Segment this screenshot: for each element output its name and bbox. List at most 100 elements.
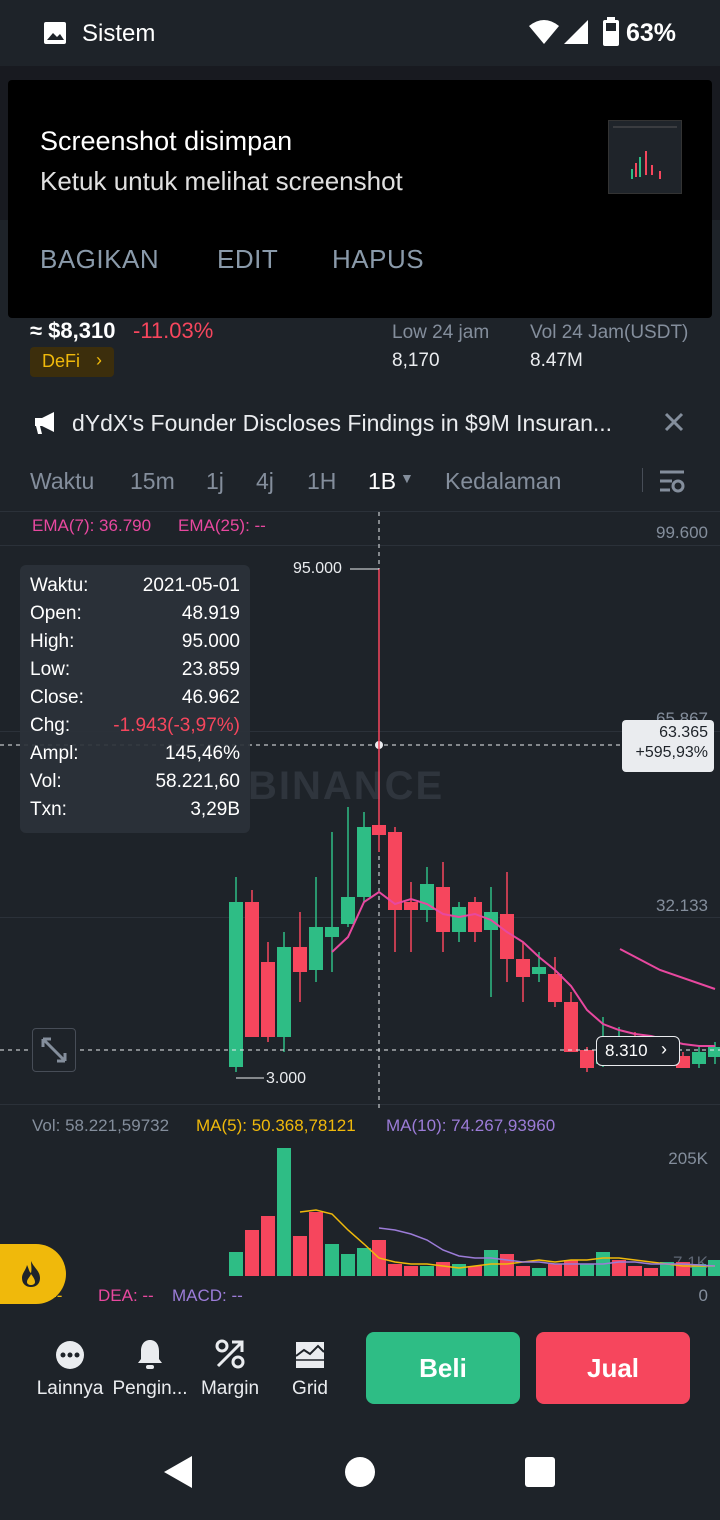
- current-price-tag[interactable]: 8.310 ›: [596, 1036, 680, 1066]
- buy-button[interactable]: Beli: [366, 1332, 520, 1404]
- candle-body: [548, 974, 562, 1002]
- candle-body: [452, 907, 466, 932]
- volume-bar: [245, 1230, 259, 1276]
- delete-button[interactable]: HAPUS: [332, 244, 424, 275]
- info-value: 58.221,60: [155, 771, 240, 792]
- margin-icon[interactable]: [214, 1338, 246, 1370]
- signal-icon: [564, 20, 588, 44]
- dea-label: DEA: --: [98, 1286, 154, 1305]
- volume-bar: [516, 1266, 530, 1276]
- volume-label: Vol: 58.221,59732: [32, 1116, 170, 1135]
- low-24h-label: Low 24 jam: [392, 322, 490, 343]
- volume-bar: [628, 1266, 642, 1276]
- info-value: 48.919: [181, 603, 240, 624]
- info-row-close: Close: 46.962: [30, 687, 240, 715]
- info-row-high: High: 95.000: [30, 631, 240, 659]
- volume-bar: [564, 1260, 578, 1276]
- back-icon[interactable]: [162, 1454, 194, 1490]
- volume-bar: [708, 1260, 720, 1276]
- current-price: ≈ $8,310: [30, 318, 116, 343]
- share-button[interactable]: BAGIKAN: [40, 244, 159, 275]
- status-app-label: Sistem: [82, 20, 156, 47]
- info-value: 145,46%: [164, 743, 240, 764]
- info-value: 23.859: [181, 659, 240, 680]
- tab-15m[interactable]: 15m: [130, 468, 175, 495]
- info-row-time: Waktu: 2021-05-01: [30, 575, 240, 603]
- news-ticker[interactable]: dYdX's Founder Discloses Findings in $9M…: [72, 410, 642, 437]
- tab-4j[interactable]: 4j: [256, 468, 274, 495]
- tab-waktu[interactable]: Waktu: [30, 468, 94, 495]
- tab-1h[interactable]: 1H: [307, 468, 336, 495]
- wifi-icon: [529, 20, 559, 44]
- info-row-low: Low: 23.859: [30, 659, 240, 687]
- tab-1j[interactable]: 1j: [206, 468, 224, 495]
- home-icon[interactable]: [344, 1456, 376, 1488]
- candle-body: [261, 962, 275, 1037]
- volume-bar: [548, 1264, 562, 1276]
- tab-1b[interactable]: 1B: [368, 468, 396, 495]
- dropdown-triangle-icon: ▼: [400, 470, 414, 486]
- candle-body: [357, 827, 371, 897]
- recents-icon[interactable]: [524, 1456, 556, 1488]
- more-icon[interactable]: [54, 1340, 86, 1370]
- megaphone-icon: [35, 412, 54, 434]
- volume-bar: [229, 1252, 243, 1276]
- bell-icon[interactable]: [136, 1338, 164, 1370]
- alert-label[interactable]: Pengin...: [110, 1378, 190, 1400]
- candle-body: [404, 902, 418, 910]
- notification-title: Screenshot disimpan: [40, 126, 293, 156]
- info-key: Chg:: [30, 715, 71, 736]
- more-label[interactable]: Lainnya: [30, 1378, 110, 1400]
- margin-label[interactable]: Margin: [190, 1378, 270, 1400]
- info-value: 2021-05-01: [142, 575, 240, 596]
- volume-bar: [261, 1216, 275, 1276]
- info-value: -1.943(-3,97%): [113, 715, 240, 736]
- volume-bar: [404, 1266, 418, 1276]
- expand-icon: [41, 1037, 67, 1063]
- fullscreen-button[interactable]: [32, 1028, 76, 1072]
- volume-bar: [325, 1244, 339, 1276]
- tab-kedalaman[interactable]: Kedalaman: [445, 468, 561, 495]
- info-key: Low:: [30, 659, 71, 680]
- close-icon[interactable]: [664, 412, 684, 432]
- volume-bar: [468, 1266, 482, 1276]
- screenshot-notification[interactable]: Screenshot disimpan Ketuk untuk melihat …: [8, 80, 712, 318]
- macd-label: MACD: --: [172, 1286, 243, 1305]
- candle-body: [436, 887, 450, 932]
- candle-body: [229, 902, 243, 1067]
- volume-bar: [644, 1268, 658, 1276]
- crosshair-price: 63.365: [659, 724, 708, 741]
- defi-tag[interactable]: DeFi ›: [30, 347, 114, 377]
- info-value: 3,29B: [190, 799, 240, 820]
- hot-button[interactable]: [0, 1244, 66, 1304]
- volume-bar: [436, 1262, 450, 1276]
- edit-button[interactable]: EDIT: [217, 244, 278, 275]
- volume-bar: [293, 1236, 307, 1276]
- image-icon: [44, 22, 66, 44]
- low-24h-value: 8,170: [392, 350, 440, 371]
- candle-body: [708, 1047, 720, 1057]
- candle-body: [500, 914, 514, 959]
- battery-percent: 63%: [626, 19, 677, 47]
- volume-chart[interactable]: [0, 1140, 720, 1280]
- info-row-amplitude: Ampl: 145,46%: [30, 743, 240, 771]
- volume-axis-zero: 0: [698, 1286, 708, 1305]
- info-row-volume: Vol: 58.221,60: [30, 771, 240, 799]
- screenshot-thumbnail[interactable]: [608, 120, 682, 194]
- grid-bot-icon[interactable]: [294, 1340, 326, 1370]
- volume-bar: [532, 1268, 546, 1276]
- grid-label[interactable]: Grid: [270, 1378, 350, 1400]
- candle-body: [245, 902, 259, 1037]
- candle-body: [692, 1052, 706, 1064]
- volume-bar: [357, 1248, 371, 1276]
- candle-body: [388, 832, 402, 910]
- flame-icon: [22, 1261, 40, 1287]
- sell-button[interactable]: Jual: [536, 1332, 690, 1404]
- chart-settings-icon[interactable]: [658, 468, 686, 494]
- info-row-change: Chg: -1.943(-3,97%): [30, 715, 240, 743]
- candle-info-box: Waktu: 2021-05-01 Open: 48.919 High: 95.000…: [20, 565, 250, 833]
- candle-body: [372, 825, 386, 835]
- candle-body: [516, 959, 530, 977]
- crosshair-percent: +595,93%: [635, 744, 708, 761]
- info-value: 95.000: [181, 631, 240, 652]
